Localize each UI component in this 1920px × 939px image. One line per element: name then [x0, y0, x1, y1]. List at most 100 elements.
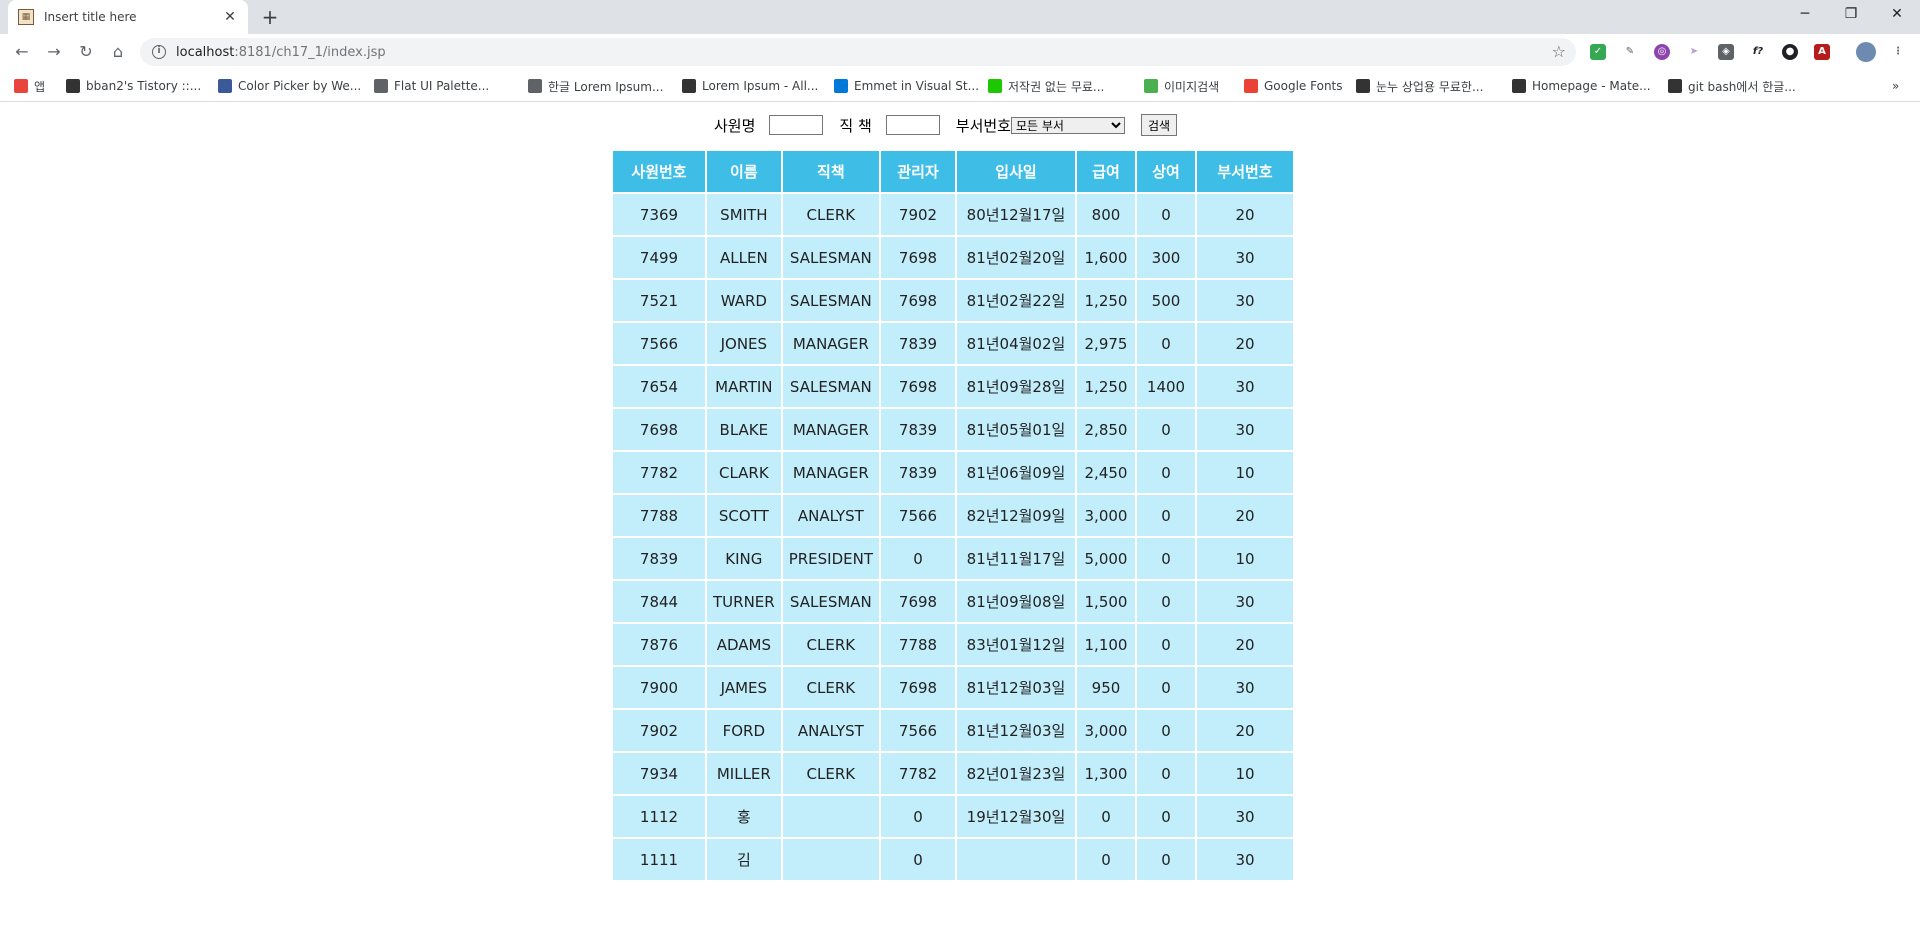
- table-cell: CLERK: [782, 194, 879, 235]
- bookmark-label: Color Picker by We...: [238, 79, 362, 93]
- job-label: 직 책: [839, 116, 872, 135]
- table-cell: 10: [1197, 753, 1293, 794]
- table-cell: [782, 796, 879, 837]
- name-input[interactable]: [769, 115, 824, 135]
- table-cell: 7698: [881, 366, 955, 407]
- bookmark-item[interactable]: 눈누 상업용 무료한...: [1356, 77, 1483, 95]
- table-cell: 30: [1197, 796, 1293, 837]
- table-row: 7844 TURNER SALESMAN 7698 81년09월08일 1,500 0 30: [613, 581, 1293, 622]
- table-cell: 7902: [881, 194, 955, 235]
- minimize-icon[interactable]: ─: [1782, 0, 1828, 30]
- table-cell: 30: [1197, 839, 1293, 880]
- bookmark-label: bban2's Tistory ::...: [86, 79, 202, 93]
- table-cell: PRESIDENT: [782, 538, 879, 579]
- bookmark-item[interactable]: 저작권 없는 무료...: [988, 77, 1104, 95]
- bookmark-item[interactable]: Google Fonts: [1244, 77, 1343, 95]
- table-cell: BLAKE: [707, 409, 781, 450]
- table-cell: 82년01월23일: [957, 753, 1075, 794]
- table-cell: 2,975: [1077, 323, 1135, 364]
- close-tab-icon[interactable]: ✕: [222, 9, 238, 25]
- table-cell: 0: [1137, 710, 1195, 751]
- table-row: 7902 FORD ANALYST 7566 81년12월03일 3,000 0 20: [613, 710, 1293, 751]
- table-cell: 81년05월01일: [957, 409, 1075, 450]
- table-cell: 7698: [881, 581, 955, 622]
- table-row: 7369 SMITH CLERK 7902 80년12월17일 800 0 20: [613, 194, 1293, 235]
- bookmark-item[interactable]: Lorem Ipsum - All...: [682, 77, 818, 95]
- table-cell: 7698: [613, 409, 705, 450]
- table-cell: 0: [1137, 323, 1195, 364]
- bookmark-label: Lorem Ipsum - All...: [702, 79, 819, 93]
- table-row: 1112 홍 0 19년12월30일 0 0 30: [613, 796, 1293, 837]
- avatar[interactable]: [1856, 42, 1876, 62]
- table-cell: MILLER: [707, 753, 781, 794]
- cursor-extension-icon[interactable]: ➤: [1686, 44, 1702, 60]
- table-cell: 0: [881, 839, 955, 880]
- forward-icon[interactable]: →: [40, 38, 68, 66]
- bookmark-item[interactable]: 이미지검색: [1144, 77, 1219, 95]
- bookmark-item[interactable]: Flat UI Palette...: [374, 77, 489, 95]
- back-icon[interactable]: ←: [8, 38, 36, 66]
- table-cell: SALESMAN: [782, 237, 879, 278]
- table-cell: 7566: [613, 323, 705, 364]
- url-host: localhost: [176, 44, 235, 60]
- bookmark-star-icon[interactable]: ☆: [1552, 42, 1566, 61]
- table-cell: 800: [1077, 194, 1135, 235]
- close-window-icon[interactable]: ✕: [1874, 0, 1920, 30]
- bookmark-label: 한글 Lorem Ipsum...: [548, 79, 664, 94]
- search-button[interactable]: 검색: [1140, 114, 1178, 136]
- home-icon[interactable]: ⌂: [104, 38, 132, 66]
- bookmark-item[interactable]: 앱: [14, 77, 45, 95]
- bookmark-item[interactable]: bban2's Tistory ::...: [66, 77, 201, 95]
- shield-extension-icon[interactable]: ✓: [1590, 44, 1606, 60]
- table-cell: 7698: [881, 237, 955, 278]
- bookmark-item[interactable]: 한글 Lorem Ipsum...: [528, 77, 663, 95]
- fonts-extension-icon[interactable]: f?: [1750, 44, 1766, 60]
- browser-chrome: ▦ Insert title here ✕ + ─ ❐ ✕ ← → ↻ ⌂ i …: [0, 0, 1920, 102]
- browser-tab[interactable]: ▦ Insert title here ✕: [8, 0, 248, 34]
- eclipse-favicon-icon: ▦: [18, 9, 34, 25]
- table-cell: 1111: [613, 839, 705, 880]
- table-cell: 0: [1137, 409, 1195, 450]
- table-cell: 20: [1197, 495, 1293, 536]
- bookmark-label: Google Fonts: [1264, 79, 1343, 93]
- chat-icon: [988, 79, 1002, 93]
- info-icon[interactable]: i: [152, 45, 166, 59]
- table-cell: 7839: [613, 538, 705, 579]
- table-cell: 30: [1197, 409, 1293, 450]
- column-header: 사원번호: [613, 151, 705, 192]
- table-header-row: 사원번호 이름 직책 관리자 입사일 급여 상여 부서번호: [613, 151, 1293, 192]
- table-row: 7521 WARD SALESMAN 7698 81년02월22일 1,250 500 30: [613, 280, 1293, 321]
- table-cell: 0: [1137, 538, 1195, 579]
- table-cell: 7876: [613, 624, 705, 665]
- dark-extension-icon[interactable]: ●: [1782, 44, 1798, 60]
- pocket-extension-icon[interactable]: ◈: [1718, 44, 1734, 60]
- reload-icon[interactable]: ↻: [72, 38, 100, 66]
- bookmark-item[interactable]: git bash에서 한글...: [1668, 77, 1796, 95]
- pdf-extension-icon[interactable]: A: [1814, 44, 1830, 60]
- table-cell: 81년12월03일: [957, 667, 1075, 708]
- table-cell: [782, 839, 879, 880]
- globe-icon: [374, 79, 388, 93]
- bookmark-item[interactable]: Homepage - Mate...: [1512, 77, 1651, 95]
- eyedropper-extension-icon[interactable]: ✎: [1622, 44, 1638, 60]
- noonnu-icon: [1356, 79, 1370, 93]
- address-bar[interactable]: i localhost:8181/ch17_1/index.jsp ☆: [140, 38, 1576, 66]
- table-cell: 30: [1197, 237, 1293, 278]
- dept-select[interactable]: 모든 부서: [1010, 116, 1125, 134]
- color-extension-icon[interactable]: ◎: [1654, 44, 1670, 60]
- job-input[interactable]: [885, 115, 940, 135]
- apps-icon: [14, 79, 28, 93]
- table-cell: 7788: [613, 495, 705, 536]
- bookmark-item[interactable]: Color Picker by We...: [218, 77, 361, 95]
- table-cell: 81년11월17일: [957, 538, 1075, 579]
- bookmark-item[interactable]: Emmet in Visual St...: [834, 77, 979, 95]
- restore-icon[interactable]: ❐: [1828, 0, 1874, 30]
- table-cell: CLERK: [782, 624, 879, 665]
- page-content: 사원명 직 책 부서번호 모든 부서 검색 사원번호 이름 직책 관리자 입사일 급여 상여…: [0, 102, 1920, 939]
- menu-icon[interactable]: ⋮: [1890, 44, 1906, 60]
- table-cell: CLERK: [782, 753, 879, 794]
- table-cell: 19년12월30일: [957, 796, 1075, 837]
- more-bookmarks-icon[interactable]: »: [1892, 77, 1899, 95]
- table-cell: 0: [1137, 667, 1195, 708]
- new-tab-button[interactable]: +: [258, 6, 282, 30]
